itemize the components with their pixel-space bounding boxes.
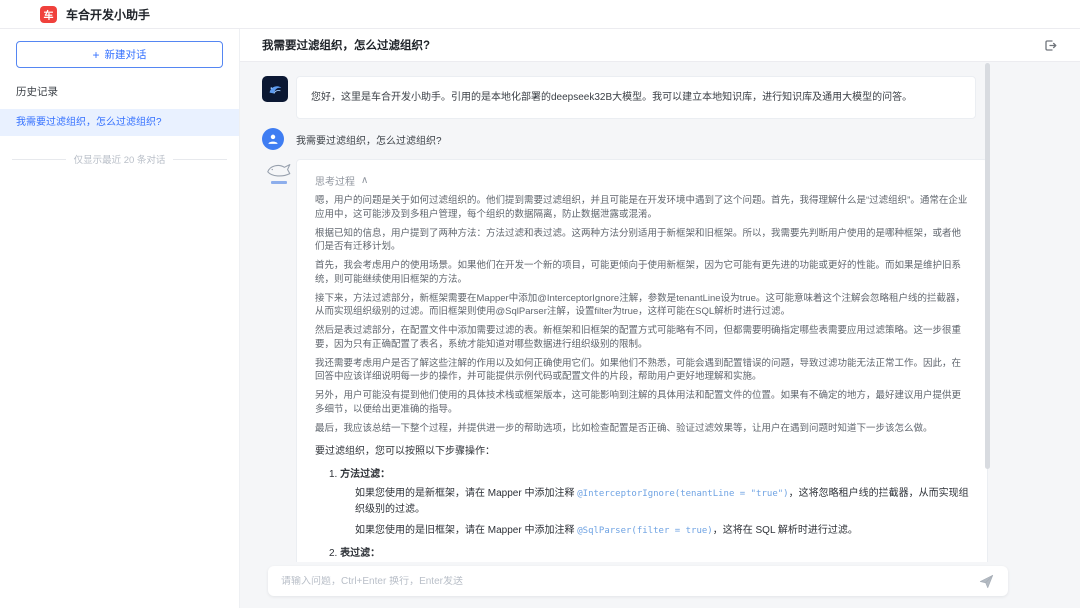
assistant-doodle-avatar [262, 159, 296, 184]
thinking-paragraph: 嗯，用户的问题是关于如何过滤组织的。他们提到需要过滤组织，并且可能是在开发环境中… [315, 194, 969, 222]
chat-title: 我需要过滤组织，怎么过滤组织? [262, 37, 430, 53]
thinking-paragraph: 根据已知的信息，用户提到了两种方法：方法过滤和表过滤。这两种方法分别适用于新框架… [315, 227, 969, 255]
step-number: 1. [329, 469, 337, 480]
conversation-limit-note: 仅显示最近 20 条对话 [12, 152, 227, 166]
sidebar: + 新建对话 历史记录 我需要过滤组织，怎么过滤组织? 仅显示最近 20 条对话 [0, 29, 240, 608]
collapse-icon: ∧ [361, 175, 368, 186]
assistant-greeting-bubble: 您好，这里是车合开发小助手。引用的是本地化部署的deepseek32B大模型。我… [296, 76, 976, 119]
inline-code: @InterceptorIgnore(tenantLine = "true") [577, 489, 788, 499]
step-item: 如果您使用的是旧框架，请在 Mapper 中添加注释 @SqlParser(fi… [355, 523, 969, 539]
step-title: 方法过滤： [340, 469, 390, 480]
top-bar: 车 车合开发小助手 [0, 0, 1080, 29]
send-icon[interactable] [977, 572, 995, 590]
scrollbar[interactable] [985, 63, 990, 469]
sidebar-conversation-item[interactable]: 我需要过滤组织，怎么过滤组织? [0, 109, 239, 136]
thinking-paragraph: 首先，我会考虑用户的使用场景。如果他们在开发一个新的项目，可能更倾向于使用新框架… [315, 259, 969, 287]
thinking-label: 思考过程 [315, 173, 355, 188]
plus-icon: + [92, 48, 99, 62]
assistant-answer-card: 思考过程 ∧ 嗯，用户的问题是关于如何过滤组织的。他们提到需要过滤组织，并且可能… [296, 159, 988, 562]
whale-doodle-icon [265, 161, 293, 179]
chat-header: 我需要过滤组织，怎么过滤组织? [240, 29, 1080, 62]
answer-step-2: 2. 表过滤： 在配置文件中添加需要过滤的表。具体操作如下： 对于新框架，请参考… [329, 544, 969, 562]
avatar-caption [271, 181, 287, 184]
user-message-text: 我需要过滤组织，怎么过滤组织? [296, 128, 976, 147]
thinking-toggle[interactable]: 思考过程 ∧ [315, 173, 969, 188]
composer-bar [240, 562, 1080, 608]
new-chat-label: 新建对话 [105, 47, 147, 62]
message-list[interactable]: 您好，这里是车合开发小助手。引用的是本地化部署的deepseek32B大模型。我… [240, 63, 1080, 562]
assistant-avatar [262, 76, 288, 102]
assistant-answer-row: 思考过程 ∧ 嗯，用户的问题是关于如何过滤组织的。他们提到需要过滤组织，并且可能… [262, 159, 1080, 562]
answer-step-1: 1. 方法过滤： 如果您使用的是新框架，请在 Mapper 中添加注释 @Int… [329, 465, 969, 538]
message-input[interactable] [281, 576, 969, 587]
thinking-paragraph: 另外，用户可能没有提到他们使用的具体技术栈或框架版本，这可能影响到注解的具体用法… [315, 389, 969, 417]
app-title: 车合开发小助手 [66, 6, 150, 23]
thinking-paragraph: 最后，我应该总结一下整个过程，并提供进一步的帮助选项，比如检查配置是否正确、验证… [315, 422, 969, 436]
inline-code: @SqlParser(filter = true) [577, 526, 712, 536]
step-number: 2. [329, 548, 337, 559]
new-chat-button[interactable]: + 新建对话 [16, 41, 223, 68]
step-item: 如果您使用的是新框架，请在 Mapper 中添加注释 @InterceptorI… [355, 486, 969, 517]
thinking-paragraph: 接下来，方法过滤部分，新框架需要在Mapper中添加@InterceptorIg… [315, 292, 969, 320]
answer-intro: 要过滤组织，您可以按照以下步骤操作： [315, 444, 969, 459]
main-panel: 我需要过滤组织，怎么过滤组织? [240, 29, 1080, 608]
thinking-paragraph: 然后是表过滤部分，在配置文件中添加需要过滤的表。新框架和旧框架的配置方式可能略有… [315, 324, 969, 352]
export-icon[interactable] [1042, 37, 1058, 53]
thinking-paragraph: 我还需要考虑用户是否了解这些注解的作用以及如何正确使用它们。如果他们不熟悉，可能… [315, 357, 969, 385]
user-avatar [262, 128, 284, 150]
app-window: 车 车合开发小助手 + 新建对话 历史记录 我需要过滤组织，怎么过滤组织? 仅显… [0, 0, 1080, 608]
assistant-greeting-row: 您好，这里是车合开发小助手。引用的是本地化部署的deepseek32B大模型。我… [262, 76, 1080, 119]
answer-section: 要过滤组织，您可以按照以下步骤操作： 1. 方法过滤： 如果您使用的是新框架，请… [315, 444, 969, 562]
step-title: 表过滤： [340, 548, 380, 559]
user-message-row: 我需要过滤组织，怎么过滤组织? [262, 128, 1080, 150]
message-input-bar [268, 566, 1008, 596]
history-section-label: 历史记录 [16, 84, 223, 99]
app-logo-icon: 车 [40, 6, 57, 23]
